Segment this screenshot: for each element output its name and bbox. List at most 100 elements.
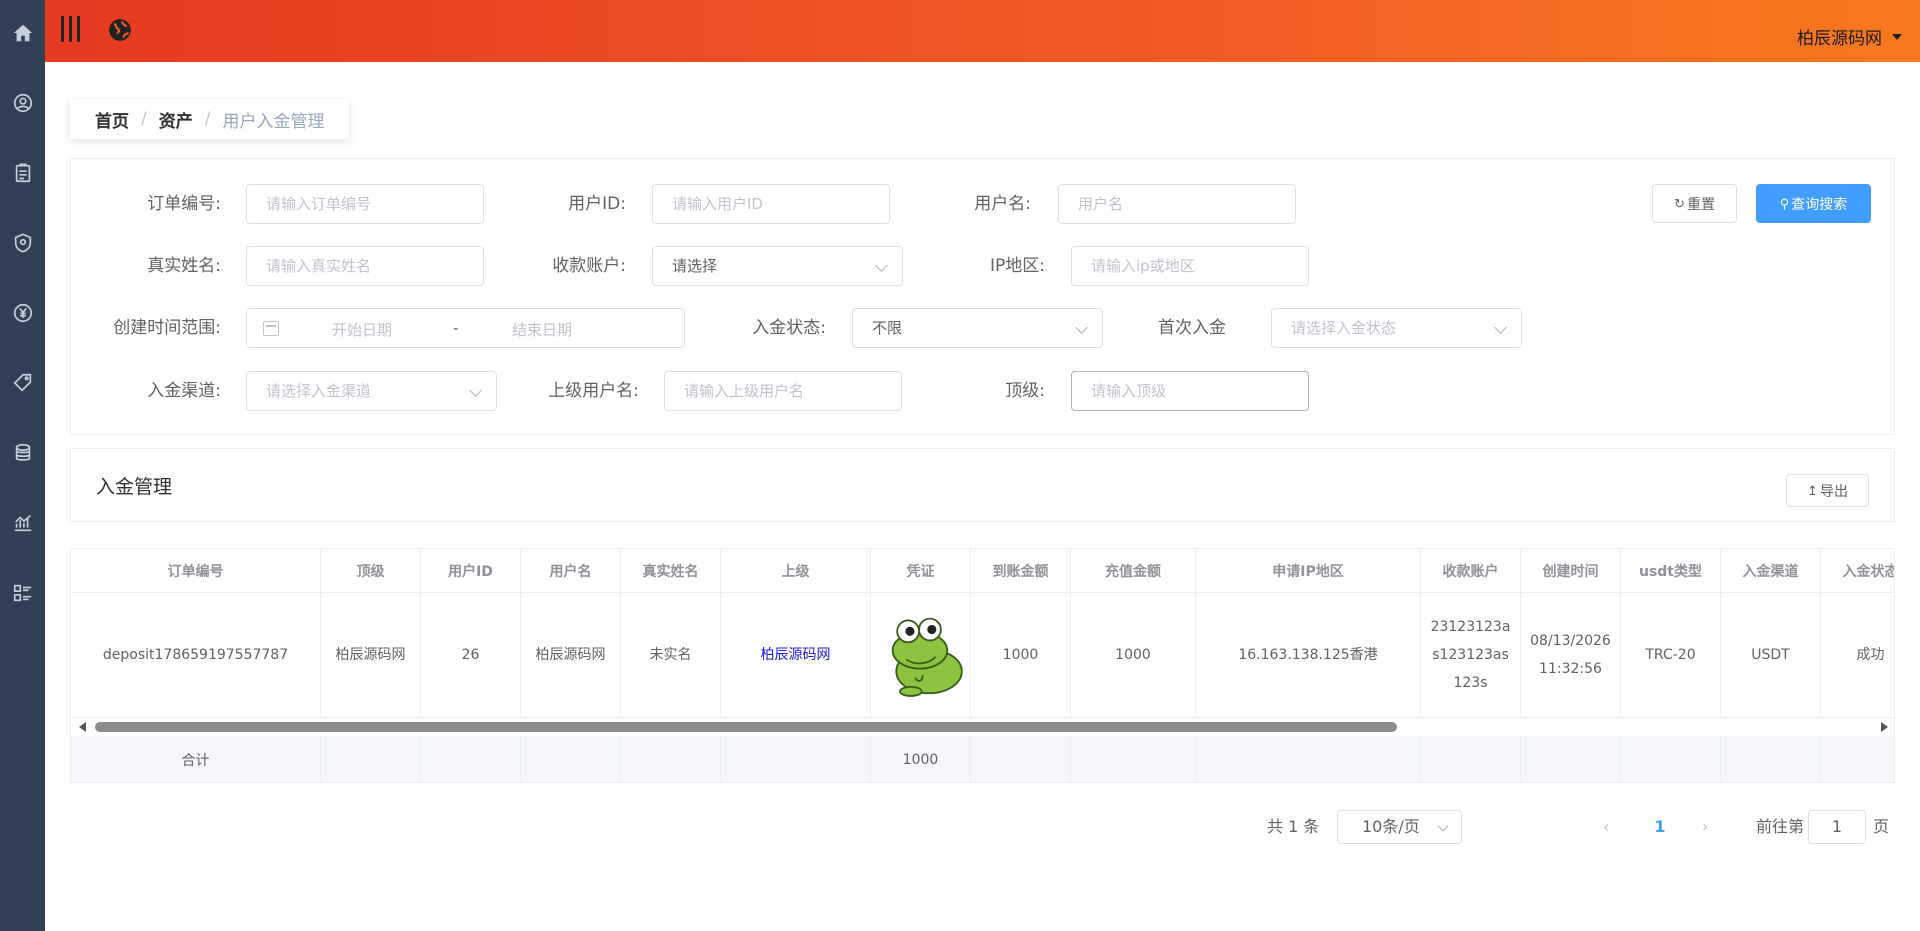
table-cell: 16.163.138.125香港 — [1196, 593, 1421, 718]
goto-label: 前往第 — [1756, 817, 1805, 836]
chevron-down-icon — [875, 259, 888, 272]
real-name-input[interactable]: 请输入真实姓名 — [246, 246, 484, 286]
column-header: 凭证 — [871, 549, 971, 593]
reset-button[interactable]: ↻ 重置 — [1652, 184, 1737, 223]
goto-page-input[interactable]: 1 — [1808, 810, 1866, 844]
chevron-down-icon — [1892, 33, 1902, 40]
table-cell: 1000 — [971, 593, 1071, 718]
home-icon[interactable] — [10, 20, 35, 45]
ip-region-input[interactable]: 请输入ip或地区 — [1071, 246, 1309, 286]
yuan-icon[interactable] — [10, 300, 35, 325]
summary-cell — [621, 736, 721, 782]
table-cell: 柏辰源码网 — [521, 593, 621, 718]
summary-cell — [1821, 736, 1894, 782]
parent-link[interactable]: 柏辰源码网 — [721, 593, 871, 718]
table-summary-row: 合计 1000 — [71, 736, 1894, 782]
breadcrumb-assets[interactable]: 资产 — [159, 107, 193, 132]
coins-icon[interactable] — [10, 440, 35, 465]
clipboard-icon[interactable] — [10, 160, 35, 185]
breadcrumb-current: 用户入金管理 — [222, 111, 325, 132]
page-size-select[interactable]: 10条/页 — [1337, 810, 1462, 844]
chart-icon[interactable] — [10, 510, 35, 535]
parent-username-input[interactable]: 请输入上级用户名 — [664, 371, 902, 411]
table-cell: 成功 — [1821, 593, 1894, 718]
next-page-button[interactable]: › — [1702, 810, 1716, 844]
summary-cell — [971, 736, 1071, 782]
channel-select[interactable]: 请选择入金渠道 — [246, 371, 497, 411]
hamburger-menu-icon[interactable] — [61, 16, 85, 42]
voucher-cell[interactable] — [871, 593, 971, 718]
column-header: 上级 — [721, 549, 871, 593]
column-header: 到账金额 — [971, 549, 1071, 593]
column-header: usdt类型 — [1621, 549, 1721, 593]
table-cell: deposit178659197557787 — [71, 593, 321, 718]
pagination-total: 共 1 条 — [1267, 817, 1320, 836]
search-label: 查询搜索 — [1791, 195, 1848, 212]
real-name-label: 真实姓名: — [147, 256, 221, 276]
table-cell: 08/13/2026 11:32:56 — [1521, 593, 1621, 718]
user-id-input[interactable]: 请输入用户ID — [652, 184, 890, 224]
order-no-input[interactable]: 请输入订单编号 — [246, 184, 484, 224]
summary-voucher-total: 1000 — [871, 736, 971, 782]
column-header: 顶级 — [321, 549, 421, 593]
export-label: 导出 — [1819, 482, 1848, 499]
calendar-icon — [263, 321, 279, 336]
scrollbar-thumb[interactable] — [95, 722, 1397, 732]
table-cell: TRC-20 — [1621, 593, 1721, 718]
search-icon: ⚲ — [1779, 195, 1790, 211]
prev-page-button[interactable]: ‹ — [1603, 810, 1617, 844]
channel-label: 入金渠道: — [147, 381, 221, 401]
export-button[interactable]: ↥ 导出 — [1786, 474, 1869, 507]
column-header: 真实姓名 — [621, 549, 721, 593]
top-level-label: 顶级: — [1005, 381, 1045, 401]
username-input[interactable]: 用户名 — [1058, 184, 1296, 224]
column-header: 用户ID — [421, 549, 521, 593]
breadcrumb-home[interactable]: 首页 — [95, 107, 129, 132]
order-no-label: 订单编号: — [147, 194, 221, 214]
chevron-down-icon — [1437, 820, 1449, 832]
account-select[interactable]: 请选择 — [652, 246, 903, 286]
parent-username-label: 上级用户名: — [548, 381, 639, 401]
created-date-range-picker[interactable]: 开始日期 - 结束日期 — [246, 308, 685, 348]
scroll-left-icon[interactable] — [79, 722, 86, 732]
chevron-down-icon — [1494, 321, 1507, 334]
user-dropdown[interactable]: 柏辰源码网 — [1797, 24, 1902, 49]
upload-icon: ↥ — [1807, 482, 1818, 498]
column-header: 创建时间 — [1521, 549, 1621, 593]
table-cell: 柏辰源码网 — [321, 593, 421, 718]
account-label: 收款账户: — [552, 256, 626, 276]
tag-icon[interactable] — [10, 370, 35, 395]
reset-label: 重置 — [1686, 195, 1715, 212]
summary-label: 合计 — [71, 736, 321, 782]
chevron-down-icon — [469, 384, 482, 397]
frog-voucher-image[interactable] — [879, 600, 970, 710]
first-deposit-select[interactable]: 请选择入金状态 — [1271, 308, 1522, 348]
user-circle-icon[interactable] — [10, 90, 35, 115]
start-date-input[interactable]: 开始日期 — [332, 319, 392, 340]
column-header: 申请IP地区 — [1196, 549, 1421, 593]
scroll-right-icon[interactable] — [1881, 722, 1888, 732]
channel-placeholder: 请选择入金渠道 — [266, 382, 372, 400]
horizontal-scrollbar[interactable] — [71, 718, 1894, 736]
shield-icon[interactable] — [10, 230, 35, 255]
search-button[interactable]: ⚲ 查询搜索 — [1756, 184, 1871, 223]
globe-icon[interactable] — [107, 17, 133, 43]
list-icon[interactable] — [10, 580, 35, 605]
top-level-input[interactable]: 请输入顶级 — [1071, 371, 1309, 411]
deposit-status-value: 不限 — [872, 319, 903, 337]
summary-cell — [421, 736, 521, 782]
table-cell: 23123123as123123as123s — [1421, 593, 1521, 718]
column-header: 入金状态 — [1821, 549, 1894, 593]
summary-cell — [1721, 736, 1821, 782]
sidebar — [0, 0, 45, 931]
end-date-input[interactable]: 结束日期 — [512, 319, 572, 340]
filter-panel: 订单编号: 请输入订单编号 用户ID: 请输入用户ID 用户名: 用户名 ↻ 重… — [70, 158, 1895, 435]
summary-cell — [1071, 736, 1196, 782]
page-number-current[interactable]: 1 — [1650, 810, 1670, 844]
date-range-separator: - — [453, 319, 459, 337]
table-cell: 1000 — [1071, 593, 1196, 718]
refresh-icon: ↻ — [1674, 195, 1685, 211]
column-header: 收款账户 — [1421, 549, 1521, 593]
top-header: 柏辰源码网 — [45, 0, 1920, 62]
deposit-status-select[interactable]: 不限 — [852, 308, 1103, 348]
